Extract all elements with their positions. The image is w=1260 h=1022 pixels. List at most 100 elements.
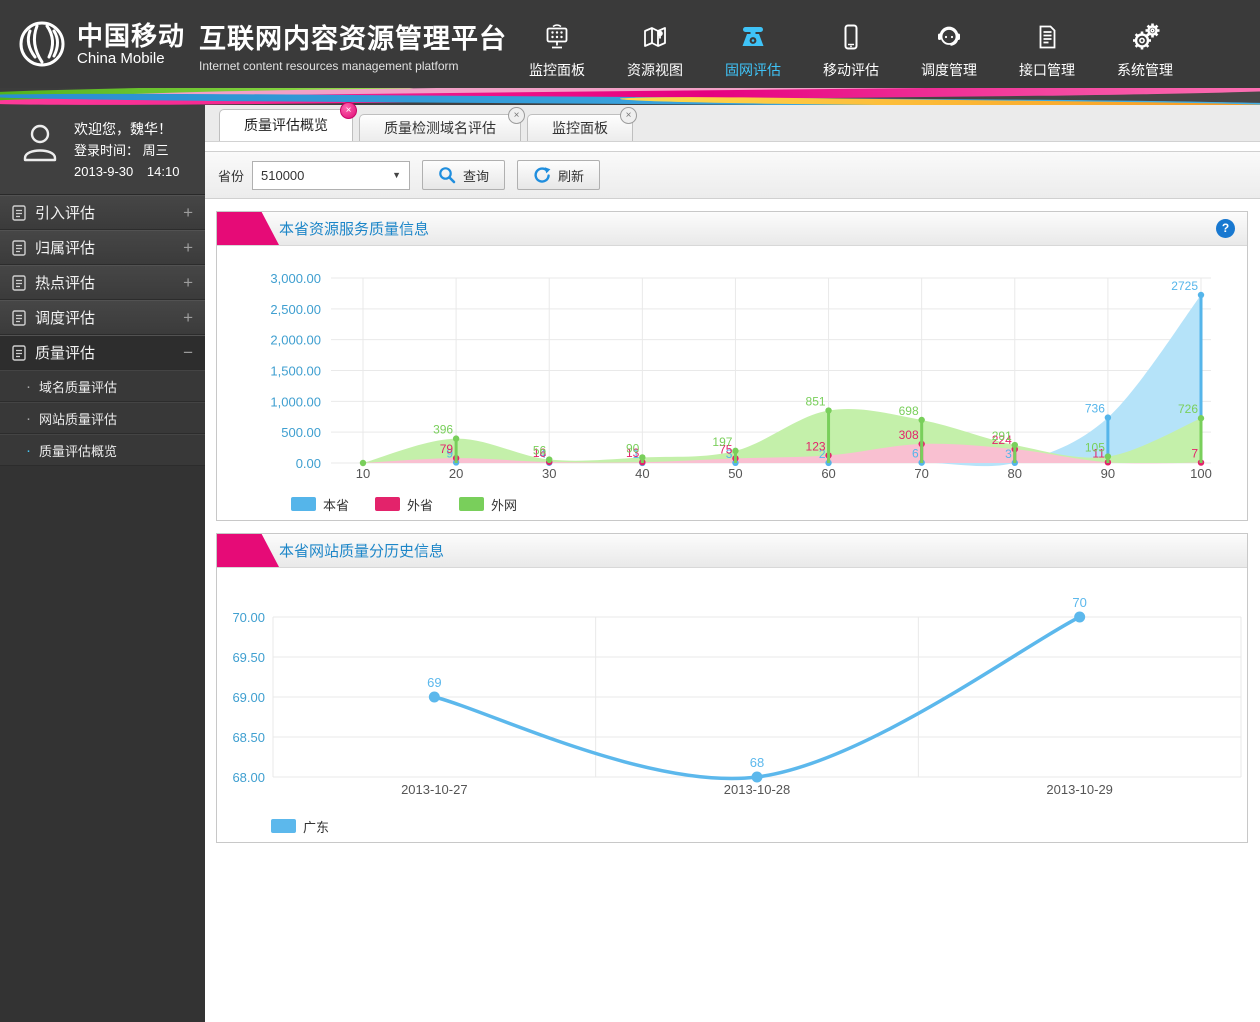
legend-item-1[interactable]: 外省 [375,495,433,514]
nav-item-2[interactable]: 固网评估 [704,9,802,80]
tab-label: 监控面板 [552,120,608,136]
svg-text:7: 7 [1191,447,1198,461]
tab-2[interactable]: 监控面板 × [527,107,637,141]
sidebar: 欢迎您，魏华！ 登录时间： 周三 2013-9-30 14:10 引入评估 + … [0,105,205,1022]
close-icon[interactable]: × [340,102,357,119]
sidebar-subitem-4-2[interactable]: · 质量评估概览 [0,434,205,466]
interface-icon [998,19,1096,55]
svg-text:79: 79 [440,442,454,456]
nav-item-1[interactable]: 资源视图 [606,9,704,80]
nav-item-6[interactable]: 系统管理 [1096,9,1194,80]
area-chart-resource-quality: 0.00 500.00 1,000.00 1,500.00 2,000.00 2,500.… [270,271,1211,481]
tab-1[interactable]: 质量检测域名评估 × [359,107,525,141]
nav-item-label: 资源视图 [627,61,683,78]
login-day: 周三 [142,143,169,158]
svg-text:70.00: 70.00 [232,610,265,625]
svg-text:70: 70 [1072,595,1086,610]
nav-item-3[interactable]: 移动评估 [802,9,900,80]
legend-item-0[interactable]: 广东 [271,817,329,836]
dashboard-icon [508,19,606,55]
mobile-icon [802,19,900,55]
panel-flag-decoration [217,534,279,567]
gears-icon [1096,19,1194,55]
svg-text:2013-10-29: 2013-10-29 [1046,782,1113,797]
sidebar-item-label: 归属评估 [35,240,96,257]
sidebar-item-2[interactable]: 热点评估 + [0,265,205,300]
legend-swatch [271,819,296,833]
sidebar-item-label: 热点评估 [35,275,96,292]
svg-text:40: 40 [635,466,649,481]
bullet-icon: · [26,377,31,395]
expand-icon: + [183,272,193,292]
collapse-icon: − [183,342,193,362]
china-mobile-logo-icon [19,21,65,67]
svg-text:56: 56 [533,444,547,458]
svg-text:698: 698 [899,404,919,418]
svg-text:30: 30 [542,466,556,481]
nav-item-0[interactable]: 监控面板 [508,9,606,80]
document-icon [12,344,26,361]
svg-text:736: 736 [1085,402,1105,416]
svg-text:69: 69 [427,675,441,690]
operator-icon [900,19,998,55]
svg-text:90: 90 [1101,466,1115,481]
nav-item-5[interactable]: 接口管理 [998,9,1096,80]
svg-text:68.00: 68.00 [232,770,265,785]
panel-resource-quality: 本省资源服务质量信息 ? 0.00 500.00 1,000.00 1,500.00 2… [216,211,1248,521]
login-clock: 14:10 [146,164,180,179]
nav-item-label: 监控面板 [529,61,585,78]
svg-text:68.50: 68.50 [232,730,265,745]
login-date-row: 2013-9-30 14:10 [74,161,189,182]
sidebar-item-3[interactable]: 调度评估 + [0,300,205,335]
svg-text:0.00: 0.00 [296,456,321,471]
legend-item-0[interactable]: 本省 [291,495,349,514]
panel-header: 本省网站质量分历史信息 [217,534,1247,568]
sidebar-subitem-4-1[interactable]: · 网站质量评估 [0,402,205,434]
expand-icon: + [183,307,193,327]
expand-icon: + [183,202,193,222]
sidebar-item-1[interactable]: 归属评估 + [0,230,205,265]
legend-label: 外网 [491,497,518,513]
refresh-button[interactable]: 刷新 [517,160,601,190]
help-icon[interactable]: ? [1216,219,1235,238]
sidebar-subitem-4-0[interactable]: · 域名质量评估 [0,370,205,402]
svg-text:308: 308 [899,428,919,442]
svg-text:3: 3 [1005,447,1012,461]
sidebar-item-0[interactable]: 引入评估 + [0,195,205,230]
province-select[interactable]: 510000 ▼ [252,160,411,190]
svg-text:90: 90 [626,441,640,455]
document-icon [12,309,26,326]
refresh-button-label: 刷新 [558,168,585,184]
nav-item-label: 系统管理 [1117,61,1173,78]
svg-text:2013-10-27: 2013-10-27 [401,782,468,797]
close-icon[interactable]: × [620,107,637,124]
user-info-box: 欢迎您，魏华！ 登录时间： 周三 2013-9-30 14:10 [0,105,205,195]
close-icon[interactable]: × [508,107,525,124]
line-chart-site-quality: 68.00 68.50 69.00 69.50 70.00 2013-10-27 2013-… [232,595,1242,797]
chevron-down-icon: ▼ [392,170,402,180]
svg-text:291: 291 [992,429,1012,443]
svg-text:50: 50 [728,466,742,481]
nav-item-label: 固网评估 [725,61,781,78]
legend-label: 广东 [303,819,330,835]
search-icon [439,167,456,184]
query-button[interactable]: 查询 [422,160,506,190]
svg-text:197: 197 [712,435,732,449]
sidebar-item-4[interactable]: 质量评估 − [0,335,205,370]
tab-0[interactable]: 质量评估概览 × [219,102,357,141]
svg-text:1,000.00: 1,000.00 [270,394,321,409]
svg-text:396: 396 [433,423,453,437]
svg-text:105: 105 [1085,441,1105,455]
map-icon [606,19,704,55]
expand-icon: + [183,237,193,257]
sidebar-subitem-label: 网站质量评估 [39,411,118,427]
sidebar-subitem-label: 质量评估概览 [39,443,118,459]
decorative-ribbon [0,88,1260,105]
nav-item-4[interactable]: 调度管理 [900,9,998,80]
svg-text:1,500.00: 1,500.00 [270,364,321,379]
legend-item-2[interactable]: 外网 [459,495,517,514]
app-header: 中国移动 China Mobile 互联网内容资源管理平台 Internet c… [0,0,1260,88]
document-icon [12,274,26,291]
app-title-cn: 互联网内容资源管理平台 [199,24,508,54]
legend-swatch [459,497,485,511]
